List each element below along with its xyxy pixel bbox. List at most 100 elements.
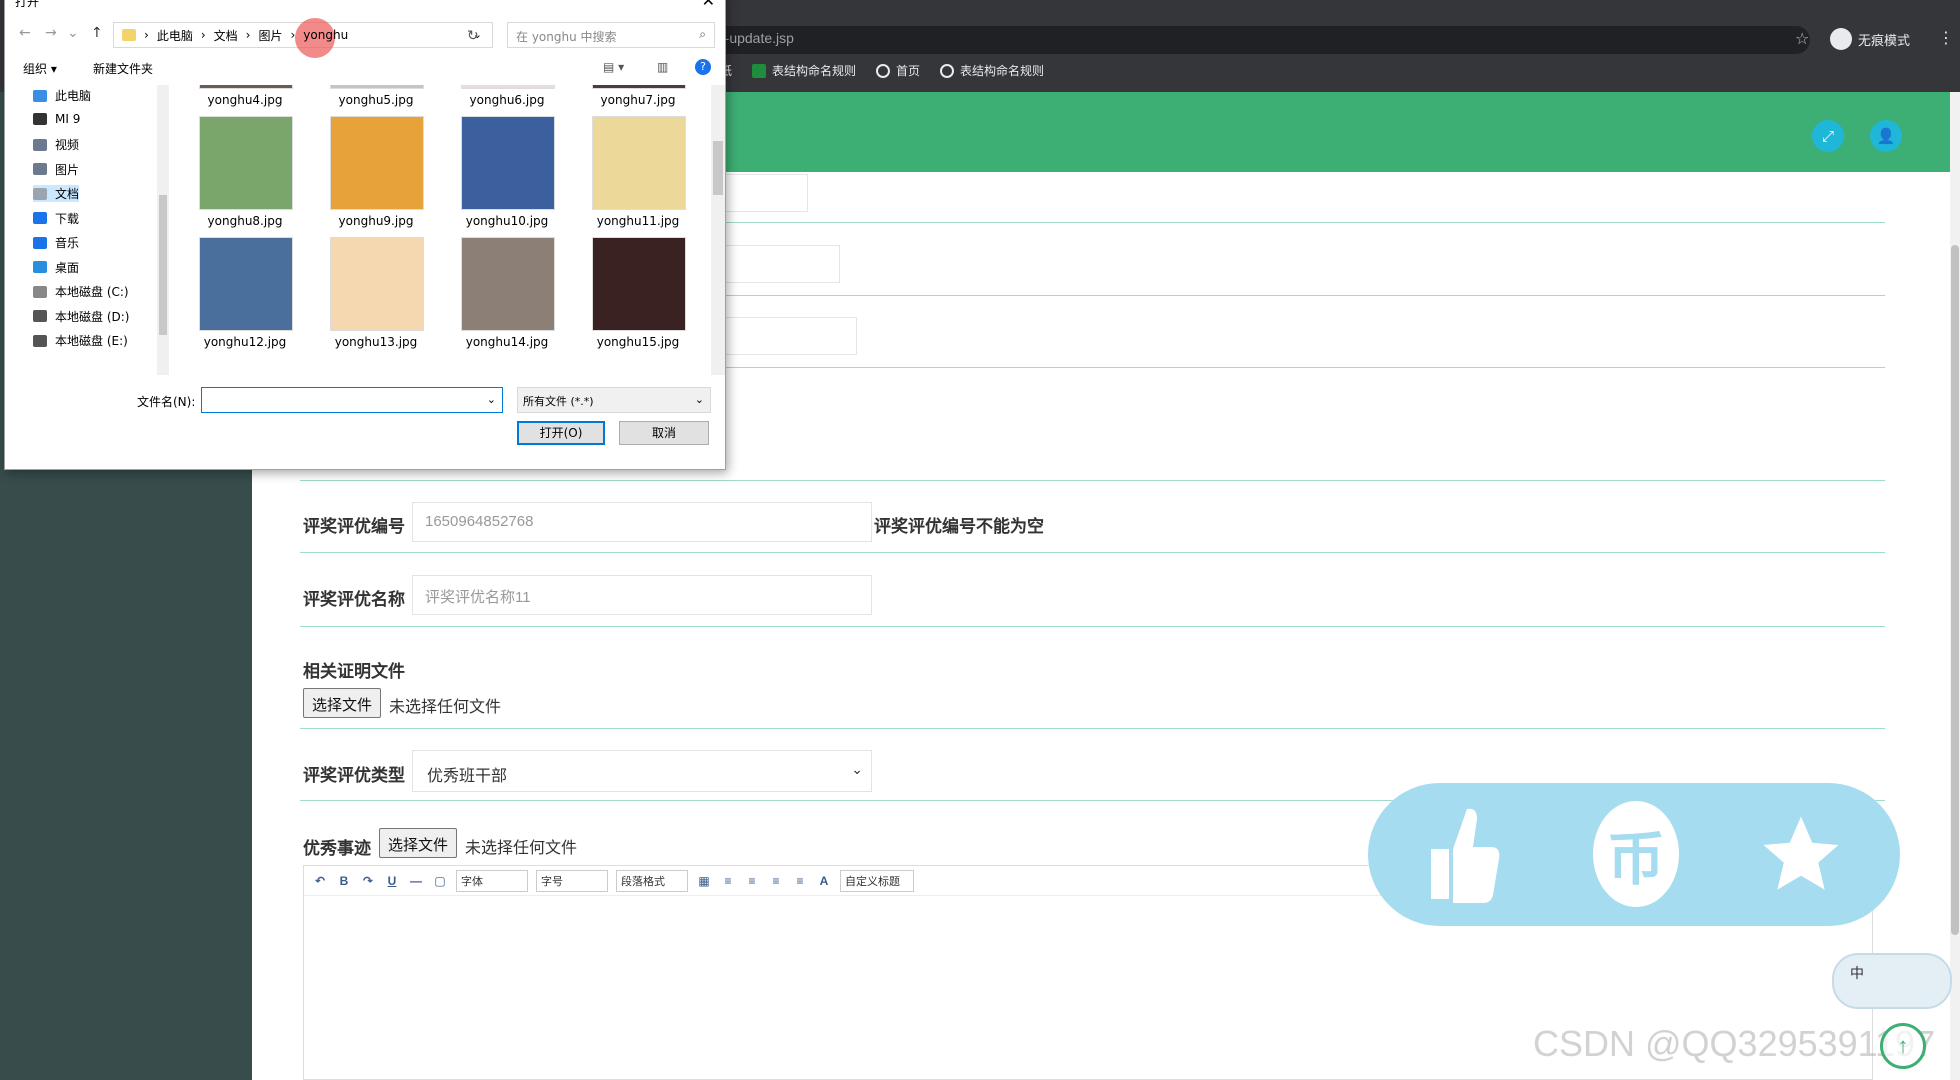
page-scrollbar-thumb[interactable]	[1951, 245, 1959, 935]
file-thumbnail[interactable]	[592, 116, 686, 210]
font-select[interactable]: 字体	[456, 869, 528, 892]
file-thumbnail[interactable]	[461, 237, 555, 331]
back-icon[interactable]: ←	[19, 25, 31, 41]
tree-item[interactable]: 图片	[33, 161, 79, 178]
undo-icon[interactable]: ↶	[312, 874, 328, 888]
file-thumbnail[interactable]	[461, 116, 555, 210]
tree-item[interactable]: 下载	[33, 210, 79, 227]
breadcrumb[interactable]: › 此电脑 › 文档 › 图片 › yonghu ⌄	[113, 18, 493, 58]
close-icon[interactable]: ✕	[702, 0, 715, 10]
refresh-icon[interactable]: ↻	[467, 28, 479, 44]
globe-icon	[940, 63, 955, 78]
search-placeholder: 在 yonghu 中搜索	[516, 30, 617, 44]
fullscreen-icon[interactable]: ⤢	[1812, 120, 1844, 152]
file-name[interactable]: yonghu7.jpg	[572, 93, 704, 107]
align-left-icon[interactable]: ≡	[720, 874, 736, 888]
breadcrumb-item[interactable]: 图片	[258, 27, 282, 44]
file-thumbnail[interactable]	[330, 85, 424, 89]
filetype-select[interactable]: 所有文件 (*.*) ⌄	[517, 387, 711, 413]
tree-item[interactable]: 文档	[33, 185, 80, 202]
breadcrumb-sep: ›	[144, 28, 149, 42]
cancel-button[interactable]: 取消	[619, 421, 709, 445]
file-name[interactable]: yonghu12.jpg	[185, 335, 311, 349]
file-thumbnail[interactable]	[199, 85, 293, 89]
recent-icon[interactable]: ⌄	[67, 25, 79, 41]
award-type-select[interactable]: 优秀班干部 ⌄	[412, 750, 872, 792]
file-thumbnail[interactable]	[461, 85, 555, 89]
star-icon[interactable]	[1748, 801, 1854, 907]
file-thumbnail[interactable]	[330, 116, 424, 210]
file-thumbnail[interactable]	[592, 85, 686, 89]
file-name[interactable]: yonghu14.jpg	[441, 335, 573, 349]
tree-item[interactable]: 桌面	[33, 259, 79, 276]
tree-item-icon	[33, 285, 47, 298]
file-name[interactable]: yonghu5.jpg	[310, 93, 442, 107]
chevron-down-icon[interactable]: ⌄	[487, 393, 496, 406]
file-thumbnail[interactable]	[592, 237, 686, 331]
user-icon[interactable]: 👤	[1870, 120, 1902, 152]
file-name[interactable]: yonghu11.jpg	[572, 214, 704, 228]
menu-icon[interactable]: ⋮	[1938, 28, 1954, 48]
like-icon[interactable]	[1410, 801, 1516, 907]
tree-item[interactable]: 本地磁盘 (E:)	[33, 332, 128, 349]
file-thumbnail[interactable]	[199, 237, 293, 331]
help-icon[interactable]: ?	[695, 59, 711, 75]
award-id-input[interactable]: 1650964852768	[412, 502, 872, 542]
filename-input[interactable]: ⌄	[201, 387, 503, 413]
breadcrumb-item[interactable]: 此电脑	[157, 27, 193, 44]
back-to-top-icon[interactable]: ↑	[1880, 1023, 1926, 1069]
forward-icon[interactable]: →	[45, 25, 57, 41]
table-icon[interactable]: ▦	[696, 874, 712, 888]
tree-scrollbar-thumb[interactable]	[159, 195, 167, 335]
redo-icon[interactable]: ↷	[360, 874, 376, 888]
new-folder-button[interactable]: 新建文件夹	[93, 60, 153, 77]
justify-icon[interactable]: ≡	[792, 874, 808, 888]
file-thumbnail[interactable]	[199, 116, 293, 210]
coin-icon[interactable]: 币	[1593, 801, 1679, 907]
organize-button[interactable]: 组织 ▾	[23, 60, 57, 77]
file-name[interactable]: yonghu13.jpg	[310, 335, 442, 349]
file-name[interactable]: yonghu10.jpg	[441, 214, 573, 228]
dialog-search-input[interactable]: 在 yonghu 中搜索 ⌕	[507, 22, 715, 48]
breadcrumb-current[interactable]: yonghu	[295, 18, 348, 58]
custom-title-select[interactable]: 自定义标题	[840, 869, 914, 892]
align-center-icon[interactable]: ≡	[744, 874, 760, 888]
bold-icon[interactable]: B	[336, 874, 352, 888]
file-thumbnail[interactable]	[330, 237, 424, 331]
file-name[interactable]: yonghu6.jpg	[441, 93, 573, 107]
paste-icon[interactable]: ▢	[432, 874, 448, 888]
size-select[interactable]: 字号	[536, 869, 608, 892]
underline-icon[interactable]: U	[384, 874, 400, 888]
tree-item[interactable]: 视频	[33, 136, 79, 153]
star-icon[interactable]: ☆	[1795, 29, 1809, 49]
align-right-icon[interactable]: ≡	[768, 874, 784, 888]
tree-item[interactable]: 此电脑	[33, 87, 91, 104]
grid-scrollbar[interactable]	[711, 85, 725, 375]
file-name[interactable]: yonghu4.jpg	[185, 93, 311, 107]
bookmark-item[interactable]: 表结构命名规则	[752, 62, 856, 79]
incognito-indicator[interactable]: 无痕模式	[1830, 28, 1910, 50]
proof-file-button[interactable]: 选择文件	[303, 688, 382, 718]
hr-icon[interactable]: —	[408, 874, 424, 888]
file-name[interactable]: yonghu9.jpg	[310, 214, 442, 228]
deeds-file-button[interactable]: 选择文件	[379, 828, 458, 858]
open-button[interactable]: 打开(O)	[517, 421, 605, 445]
award-name-input[interactable]: 评奖评优名称11	[412, 575, 872, 615]
bookmark-item[interactable]: 首页	[876, 62, 920, 79]
up-icon[interactable]: ↑	[91, 25, 103, 41]
file-name[interactable]: yonghu8.jpg	[185, 214, 311, 228]
view-options-icon[interactable]: ▤ ▾	[603, 60, 624, 74]
tree-item[interactable]: MI 9	[33, 112, 80, 126]
ime-indicator[interactable]: 中	[1832, 953, 1952, 1009]
tree-item[interactable]: 本地磁盘 (C:)	[33, 283, 129, 300]
bookmark-item[interactable]: 表结构命名规则	[940, 62, 1044, 79]
chevron-down-icon: ⌄	[851, 761, 863, 777]
breadcrumb-item[interactable]: 文档	[214, 27, 238, 44]
tree-item[interactable]: 本地磁盘 (D:)	[33, 308, 129, 325]
preview-pane-icon[interactable]: ▥	[657, 60, 668, 74]
file-name[interactable]: yonghu15.jpg	[572, 335, 704, 349]
paragraph-select[interactable]: 段落格式	[616, 869, 688, 892]
grid-scrollbar-thumb[interactable]	[713, 141, 723, 195]
font-color-icon[interactable]: A	[816, 874, 832, 888]
tree-item[interactable]: 音乐	[33, 234, 79, 251]
